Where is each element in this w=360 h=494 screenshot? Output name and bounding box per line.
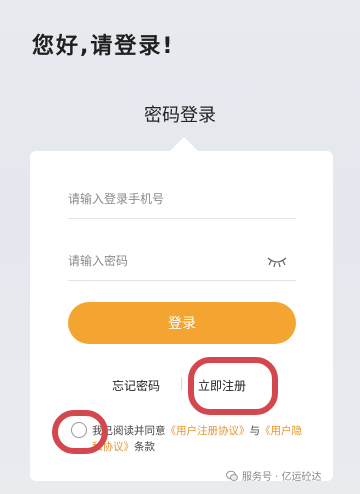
- password-field[interactable]: [68, 246, 296, 281]
- agreement-text: 我已阅读并同意《用户注册协议》与《用户隐私协议》条款: [92, 423, 302, 455]
- forgot-password-link[interactable]: 忘记密码: [112, 377, 160, 394]
- phone-input[interactable]: [68, 192, 258, 206]
- links-divider: [181, 378, 182, 390]
- password-input[interactable]: [68, 254, 258, 268]
- watermark-text: 服务号 · 亿运砼达: [242, 472, 322, 483]
- agree-checkbox[interactable]: [71, 422, 87, 438]
- phone-field[interactable]: [68, 184, 296, 219]
- agreement-suffix: 条款: [134, 441, 155, 453]
- wechat-icon: [226, 470, 238, 481]
- tab-password-login: 密码登录: [144, 105, 216, 126]
- agreement-prefix: 我已阅读并同意: [92, 425, 166, 437]
- login-button[interactable]: 登录: [68, 302, 296, 344]
- eye-closed-icon[interactable]: [266, 254, 288, 268]
- register-link[interactable]: 立即注册: [198, 377, 246, 394]
- user-agreement-link[interactable]: 《用户注册协议》: [166, 425, 250, 437]
- greeting-title: 您好,请登录!: [32, 34, 175, 59]
- watermark: 服务号 · 亿运砼达: [226, 468, 322, 483]
- card-pointer: [170, 137, 198, 151]
- agreement-and: 与: [249, 425, 261, 437]
